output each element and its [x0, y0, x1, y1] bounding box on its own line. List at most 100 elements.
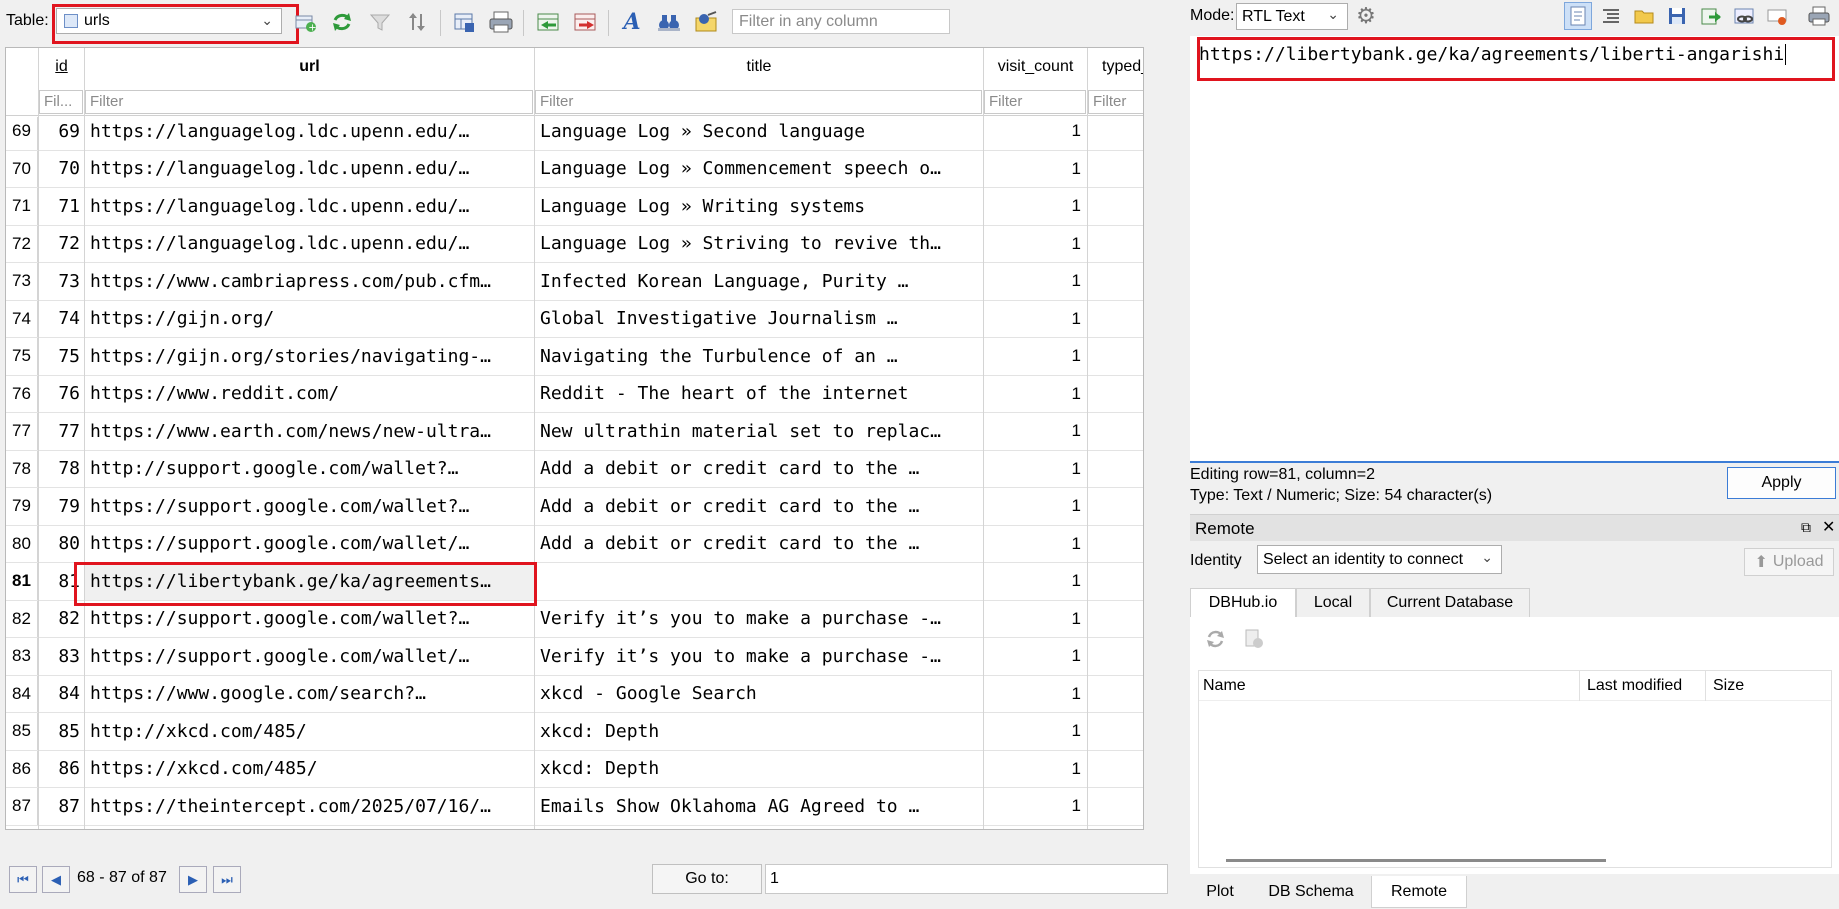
clear-filters-button[interactable]	[366, 8, 394, 36]
table-row[interactable]: 69 69 https://languagelog.ldc.upenn.edu/… L…	[6, 117, 1143, 151]
remote-refresh-button[interactable]	[1202, 625, 1230, 653]
cell-title[interactable]: Add a debit or credit card to the …	[535, 451, 983, 488]
cell-url[interactable]: https://support.google.com/wallet/…	[85, 638, 534, 675]
cell-visit-count[interactable]: 1	[984, 563, 1087, 600]
find-replace-button[interactable]	[692, 8, 720, 36]
row-number[interactable]: 78	[6, 450, 38, 487]
goto-button[interactable]: Go to:	[652, 864, 762, 894]
cell-visit-count[interactable]: 1	[984, 751, 1087, 788]
cell-title[interactable]: Add a debit or credit card to the …	[535, 526, 983, 563]
cell-url[interactable]: http://support.google.com/wallet?…	[85, 451, 534, 488]
cell-id[interactable]: 85	[39, 713, 84, 750]
row-number[interactable]: 87	[6, 788, 38, 825]
cell-id[interactable]: 86	[39, 751, 84, 788]
cell-id[interactable]: 70	[39, 151, 84, 188]
cell-visit-count[interactable]: 1	[984, 151, 1087, 188]
print-button[interactable]	[487, 8, 515, 36]
cell-visit-count[interactable]: 1	[984, 676, 1087, 713]
cell-url[interactable]: https://languagelog.ldc.upenn.edu/…	[85, 151, 534, 188]
filter-input-title[interactable]: Filter	[535, 90, 982, 114]
table-row[interactable]: 80 80 https://support.google.com/wallet/… A…	[6, 525, 1143, 563]
remote-horizontal-scrollbar-thumb[interactable]	[1226, 859, 1606, 862]
cell-id[interactable]: 71	[39, 188, 84, 225]
upload-button[interactable]: ⬆ Upload	[1744, 548, 1834, 576]
close-icon[interactable]: ✕	[1822, 517, 1835, 537]
column-header-size[interactable]: Size	[1713, 677, 1744, 695]
cell-editor-content[interactable]: https://libertybank.ge/ka/agreements/lib…	[1199, 44, 1787, 65]
set-null-button[interactable]	[1697, 2, 1725, 30]
cell-visit-count[interactable]: 1	[984, 226, 1087, 263]
cell-title[interactable]: New ultrathin material set to replac…	[535, 413, 983, 450]
word-wrap-button[interactable]	[1564, 2, 1592, 30]
cell-title[interactable]: Emails Show Oklahoma AG Agreed to …	[535, 788, 983, 825]
last-page-button[interactable]: ⏭	[213, 866, 241, 893]
cell-id[interactable]: 69	[39, 117, 84, 150]
cell-id[interactable]: 84	[39, 676, 84, 713]
insert-values-button[interactable]	[534, 8, 562, 36]
cell-url[interactable]: https://www.cambriapress.com/pub.cfm…	[85, 263, 534, 300]
column-header-visit-count[interactable]: visit_count	[984, 48, 1087, 86]
cell-url[interactable]: https://www.earth.com/news/new-ultra…	[85, 413, 534, 450]
apply-button[interactable]: Apply	[1727, 467, 1836, 499]
column-header-typed[interactable]: typed_	[1088, 48, 1143, 86]
row-number[interactable]: 76	[6, 375, 38, 412]
cell-title[interactable]: Language Log » Striving to revive th…	[535, 226, 983, 263]
refresh-button[interactable]	[328, 8, 356, 36]
cell-url[interactable]: https://xkcd.com/485/	[85, 751, 534, 788]
cell-visit-count[interactable]: 1	[984, 713, 1087, 750]
mode-select[interactable]: RTL Text ⌄	[1236, 3, 1348, 30]
cell-title[interactable]: xkcd: Depth	[535, 713, 983, 750]
table-row[interactable]: 72 72 https://languagelog.ldc.upenn.edu/… L…	[6, 225, 1143, 263]
table-row[interactable]: 79 79 https://support.google.com/wallet?… A…	[6, 488, 1143, 526]
cell-id[interactable]: 79	[39, 488, 84, 525]
delete-record-button[interactable]	[571, 8, 599, 36]
cell-id[interactable]: 76	[39, 376, 84, 413]
cell-url[interactable]: https://support.google.com/wallet?…	[85, 488, 534, 525]
table-row[interactable]: 73 73 https://www.cambriapress.com/pub.cfm…	[6, 263, 1143, 301]
editor-settings-button[interactable]: ⚙	[1352, 2, 1380, 30]
next-page-button[interactable]: ▶	[179, 866, 207, 893]
filter-input-url[interactable]: Filter	[85, 90, 533, 114]
row-number[interactable]: 83	[6, 638, 38, 675]
goto-input[interactable]: 1	[765, 864, 1168, 894]
remote-file-list[interactable]: Name Last modified Size	[1198, 670, 1832, 868]
table-row[interactable]: 84 84 https://www.google.com/search?… xkcd …	[6, 675, 1143, 713]
previous-page-button[interactable]: ◀	[42, 866, 70, 893]
cell-title[interactable]: Verify it’s you to make a purchase -…	[535, 601, 983, 638]
cell-id[interactable]: 87	[39, 788, 84, 825]
row-number[interactable]: 85	[6, 713, 38, 750]
row-number[interactable]: 75	[6, 338, 38, 375]
cell-title[interactable]: Add a debit or credit card to the …	[535, 488, 983, 525]
tab-plot[interactable]: Plot	[1190, 876, 1250, 908]
cell-visit-count[interactable]: 1	[984, 301, 1087, 338]
table-row[interactable]: 81 81 https://libertybank.ge/ka/agreements…	[6, 563, 1143, 601]
format-text-button[interactable]: A	[618, 8, 646, 36]
cell-title[interactable]: Language Log » Writing systems	[535, 188, 983, 225]
cell-visit-count[interactable]: 1	[984, 263, 1087, 300]
import-file-button[interactable]	[1630, 2, 1658, 30]
row-number[interactable]: 86	[6, 750, 38, 787]
filter-any-column-input[interactable]: Filter in any column	[732, 9, 950, 34]
row-number[interactable]: 84	[6, 675, 38, 712]
cell-title[interactable]: Global Investigative Journalism …	[535, 301, 983, 338]
cell-title[interactable]: xkcd: Depth	[535, 751, 983, 788]
table-row[interactable]: 82 82 https://support.google.com/wallet?… V…	[6, 600, 1143, 638]
cell-title[interactable]: Navigating the Turbulence of an …	[535, 338, 983, 375]
cell-id[interactable]: 83	[39, 638, 84, 675]
column-header-name[interactable]: Name	[1203, 677, 1246, 695]
cell-visit-count[interactable]: 1	[984, 788, 1087, 825]
row-number[interactable]: 71	[6, 188, 38, 225]
first-page-button[interactable]: ⏮	[9, 866, 37, 893]
row-number[interactable]: 81	[6, 563, 38, 600]
table-row[interactable]: 71 71 https://languagelog.ldc.upenn.edu/… L…	[6, 188, 1143, 226]
tab-local[interactable]: Local	[1296, 588, 1370, 618]
cell-url[interactable]: https://gijn.org/stories/navigating-…	[85, 338, 534, 375]
link-button[interactable]	[1730, 2, 1758, 30]
export-file-button[interactable]	[1663, 2, 1691, 30]
tab-db-schema[interactable]: DB Schema	[1252, 876, 1370, 908]
cell-url[interactable]: http://xkcd.com/485/	[85, 713, 534, 750]
row-number[interactable]: 72	[6, 225, 38, 262]
tab-remote[interactable]: Remote	[1371, 876, 1467, 908]
column-header-title[interactable]: title	[535, 48, 983, 86]
float-panel-icon[interactable]: ⧉	[1801, 519, 1811, 536]
